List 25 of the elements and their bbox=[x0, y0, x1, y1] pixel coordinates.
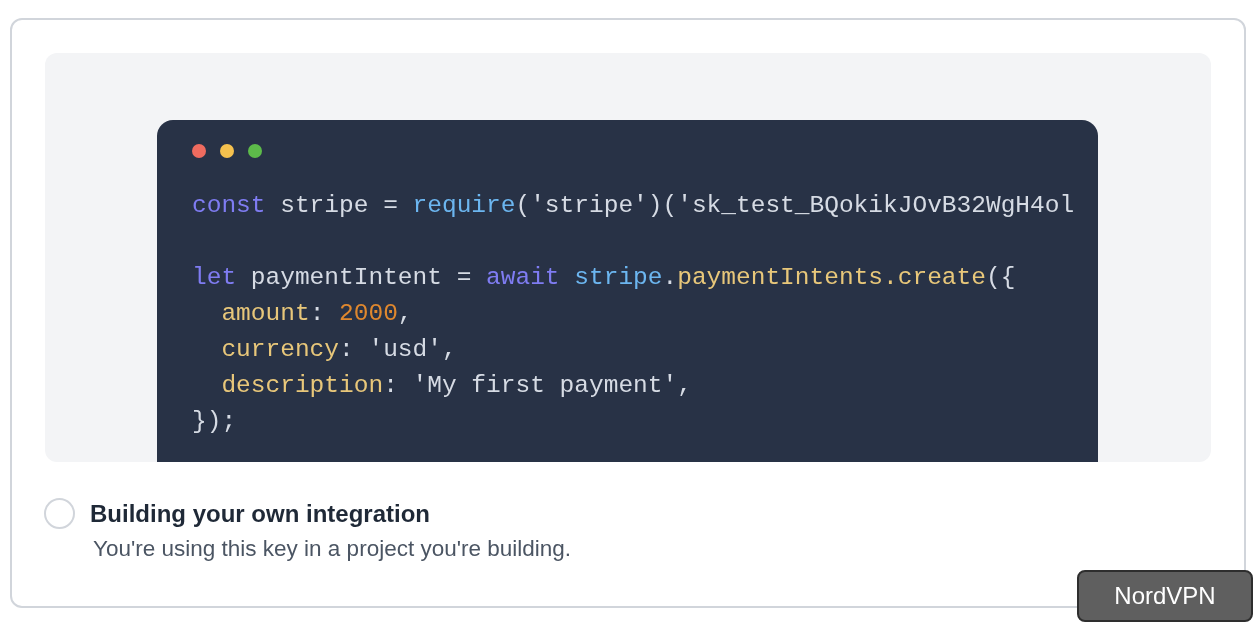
code-property: amount bbox=[220, 299, 310, 329]
code-number: 2000 bbox=[339, 299, 398, 329]
code-text: : 'My first payment', bbox=[383, 371, 692, 401]
code-text: : 'usd', bbox=[339, 335, 457, 365]
code-property: description bbox=[220, 371, 384, 401]
radio-button[interactable] bbox=[44, 498, 75, 529]
code-keyword: let bbox=[192, 263, 237, 293]
code-text: : bbox=[309, 299, 326, 329]
code-keyword: await bbox=[486, 263, 561, 293]
code-text: paymentIntent = bbox=[249, 263, 473, 293]
code-function: require bbox=[412, 191, 516, 221]
code-property: currency bbox=[220, 335, 340, 365]
code-text: , bbox=[397, 299, 413, 329]
code-property: paymentIntents.create bbox=[677, 263, 986, 293]
code-function: stripe bbox=[574, 263, 663, 293]
code-text: ({ bbox=[985, 263, 1016, 293]
option-card[interactable] bbox=[10, 18, 1246, 608]
tooltip: NordVPN bbox=[1077, 570, 1253, 622]
code-keyword: const bbox=[192, 191, 266, 221]
option-description: You're using this key in a project you're building. bbox=[93, 535, 572, 563]
option-title: Building your own integration bbox=[90, 499, 431, 529]
code-text: ('stripe')('sk_test_BQokikJOvB32WgH4ol bbox=[515, 191, 1075, 221]
code-text: . bbox=[662, 263, 678, 293]
code-text: }); bbox=[192, 407, 237, 437]
code-text: stripe = bbox=[279, 191, 399, 221]
